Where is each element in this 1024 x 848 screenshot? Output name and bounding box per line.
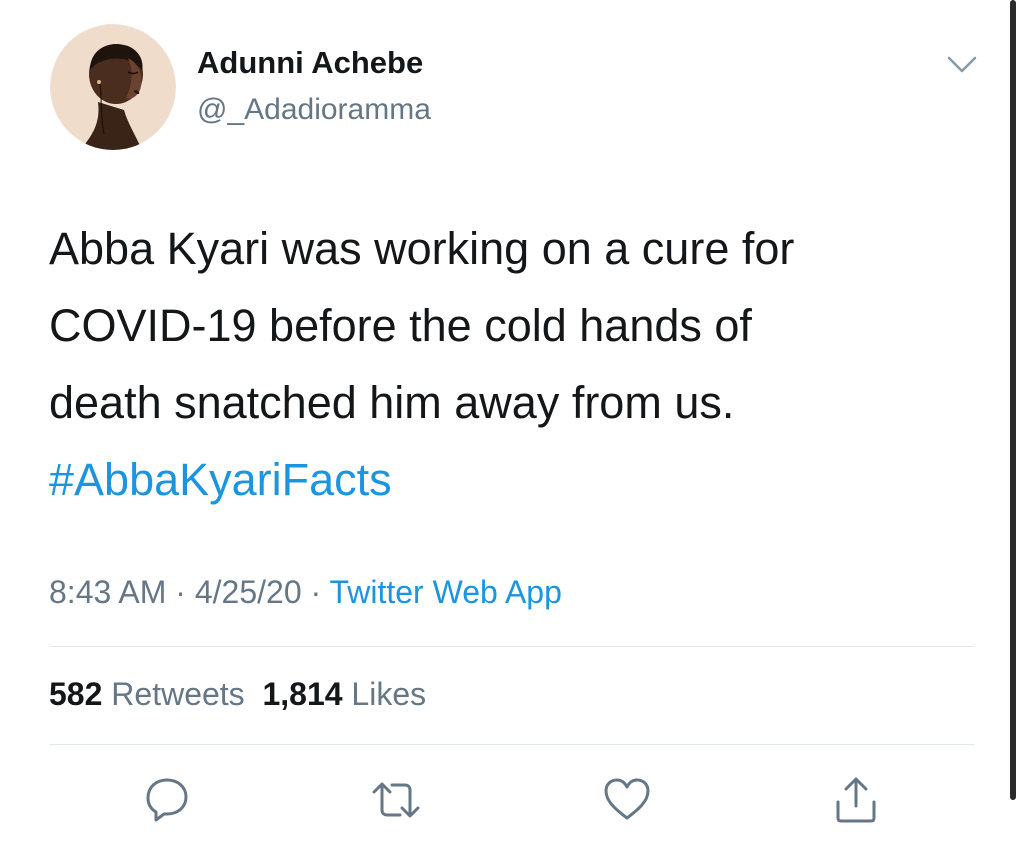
author-display-name[interactable]: Adunni Achebe bbox=[197, 45, 423, 81]
tweet-time[interactable]: 8:43 AM bbox=[49, 574, 166, 610]
retweets-stat[interactable]: 582 Retweets bbox=[49, 676, 245, 712]
share-icon[interactable] bbox=[830, 774, 882, 826]
engagement-stats: 582 Retweets 1,814 Likes bbox=[49, 676, 426, 713]
avatar-illustration bbox=[50, 24, 176, 150]
retweets-count: 582 bbox=[49, 676, 103, 712]
tweet-text-line: Abba Kyari was working on a cure for bbox=[49, 223, 795, 274]
meta-separator: · bbox=[301, 574, 330, 610]
scrollbar[interactable] bbox=[1010, 0, 1016, 800]
meta-separator: · bbox=[166, 574, 195, 610]
chevron-down-icon[interactable] bbox=[946, 54, 978, 76]
tweet-metadata: 8:43 AM · 4/25/20 · Twitter Web App bbox=[49, 574, 562, 611]
likes-count: 1,814 bbox=[262, 676, 343, 712]
avatar[interactable] bbox=[50, 24, 176, 150]
hashtag-link[interactable]: #AbbaKyariFacts bbox=[49, 441, 949, 518]
tweet-text-line: death snatched him away from us. bbox=[49, 377, 735, 428]
likes-stat[interactable]: 1,814 Likes bbox=[262, 676, 426, 712]
tweet-source-link[interactable]: Twitter Web App bbox=[329, 574, 561, 610]
tweet-text-line: COVID-19 before the cold hands of bbox=[49, 300, 752, 351]
retweet-icon[interactable] bbox=[370, 774, 422, 826]
likes-label: Likes bbox=[351, 676, 427, 712]
retweets-label: Retweets bbox=[111, 676, 245, 712]
divider bbox=[49, 646, 975, 647]
tweet-text: Abba Kyari was working on a cure for COV… bbox=[49, 210, 949, 518]
author-handle[interactable]: @_Adadioramma bbox=[197, 93, 431, 127]
reply-icon[interactable] bbox=[140, 774, 192, 826]
tweet-date[interactable]: 4/25/20 bbox=[195, 574, 302, 610]
tweet-detail-page: Adunni Achebe @_Adadioramma Abba Kyari w… bbox=[0, 0, 1024, 848]
divider bbox=[49, 744, 975, 745]
heart-icon[interactable] bbox=[601, 774, 653, 826]
